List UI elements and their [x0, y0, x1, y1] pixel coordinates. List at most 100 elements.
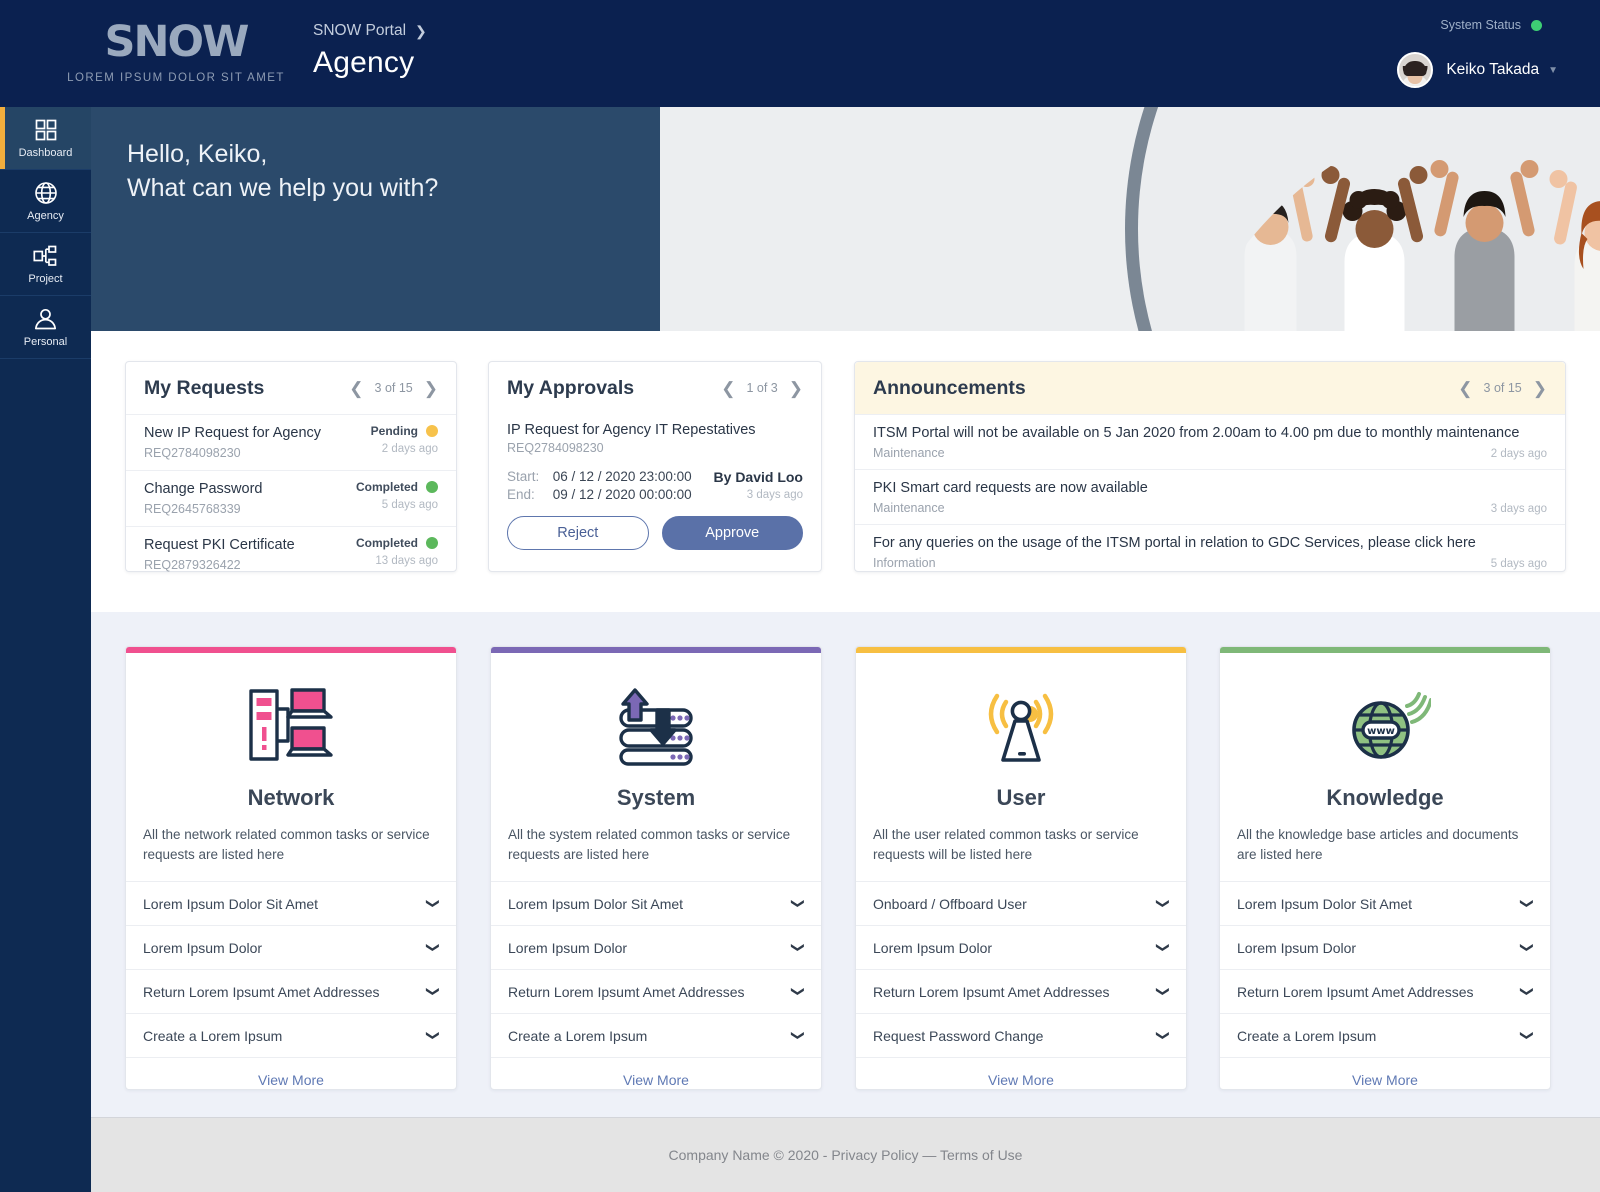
service-name: User — [856, 785, 1186, 811]
announcement-category: Maintenance — [873, 501, 945, 515]
brand-logo[interactable]: SNOW LOREM IPSUM DOLOR SIT AMET — [56, 18, 296, 84]
service-item-label: Lorem Ipsum Dolor Sit Amet — [143, 896, 318, 912]
chevron-down-icon: ❯ — [792, 942, 805, 953]
my-requests-title: My Requests — [144, 377, 264, 400]
list-item[interactable]: Lorem Ipsum Dolor ❯ — [1220, 925, 1550, 969]
service-item-label: Return Lorem Ipsumt Amet Addresses — [873, 984, 1110, 1000]
breadcrumb[interactable]: SNOW Portal ❯ — [313, 22, 427, 40]
sidebar-item-agency[interactable]: Agency — [0, 170, 91, 233]
chevron-down-icon: ❯ — [1157, 986, 1170, 997]
service-item-list: Lorem Ipsum Dolor Sit Amet ❯ Lorem Ipsum… — [491, 881, 821, 1057]
broadcast-person-icon — [856, 675, 1186, 775]
table-row[interactable]: Request PKI Certificate REQ2879326422 Co… — [126, 526, 456, 582]
requester-name: By David Loo — [714, 469, 803, 485]
list-item[interactable]: Return Lorem Ipsumt Amet Addresses ❯ — [491, 969, 821, 1013]
request-id: REQ2784098230 — [144, 446, 321, 460]
chevron-down-icon: ❯ — [792, 986, 805, 997]
view-more-link[interactable]: View More — [856, 1057, 1186, 1090]
breadcrumb-label: SNOW Portal — [313, 22, 406, 40]
service-item-label: Lorem Ipsum Dolor — [143, 940, 262, 956]
status-label: Completed — [356, 480, 418, 494]
reject-button[interactable]: Reject — [507, 516, 649, 550]
view-more-link[interactable]: View More — [1220, 1057, 1550, 1090]
service-card-knowledge: www Knowledge All the knowledge base art… — [1219, 646, 1551, 1090]
approval-item: IP Request for Agency IT Repestatives RE… — [489, 414, 821, 550]
service-description: All the knowledge base articles and docu… — [1220, 811, 1550, 865]
chevron-down-icon: ❯ — [792, 1030, 805, 1041]
user-menu[interactable]: Keiko Takada ▼ — [1397, 52, 1558, 88]
approval-dates: Start: 06 / 12 / 2020 23:00:00 End: 09 /… — [507, 469, 692, 502]
approval-actions: Reject Approve — [507, 516, 803, 550]
end-label: End: — [507, 487, 549, 502]
service-description: All the user related common tasks or ser… — [856, 811, 1186, 865]
status-badge: Completed — [356, 480, 438, 494]
service-item-label: Create a Lorem Ipsum — [143, 1028, 282, 1044]
chevron-down-icon: ❯ — [427, 1030, 440, 1041]
request-title: Change Password — [144, 480, 263, 499]
chevron-down-icon: ❯ — [1157, 898, 1170, 909]
approve-button[interactable]: Approve — [662, 516, 804, 550]
chevron-down-icon: ❯ — [792, 898, 805, 909]
request-id: REQ2879326422 — [144, 558, 295, 572]
list-item[interactable]: Lorem Ipsum Dolor Sit Amet ❯ — [491, 881, 821, 925]
sidebar-item-project[interactable]: Project — [0, 233, 91, 296]
chevron-right-icon[interactable]: ❯ — [789, 380, 803, 397]
announcement-title: For any queries on the usage of the ITSM… — [873, 534, 1547, 553]
status-dot-icon — [426, 481, 438, 493]
sidebar-item-personal[interactable]: Personal — [0, 296, 91, 359]
list-item[interactable]: Create a Lorem Ipsum ❯ — [491, 1013, 821, 1057]
list-item[interactable]: ITSM Portal will not be available on 5 J… — [855, 414, 1565, 469]
system-status: System Status — [1440, 18, 1542, 32]
list-item[interactable]: Return Lorem Ipsumt Amet Addresses ❯ — [126, 969, 456, 1013]
person-icon — [34, 306, 57, 332]
list-item[interactable]: Onboard / Offboard User ❯ — [856, 881, 1186, 925]
service-item-label: Lorem Ipsum Dolor — [508, 940, 627, 956]
announcement-title: PKI Smart card requests are now availabl… — [873, 479, 1547, 498]
chevron-down-icon: ❯ — [427, 986, 440, 997]
approval-meta: Start: 06 / 12 / 2020 23:00:00 End: 09 /… — [507, 469, 803, 502]
list-item[interactable]: Lorem Ipsum Dolor ❯ — [491, 925, 821, 969]
sitemap-icon — [33, 243, 58, 269]
list-item[interactable]: For any queries on the usage of the ITSM… — [855, 524, 1565, 579]
table-row[interactable]: New IP Request for Agency REQ2784098230 … — [126, 414, 456, 470]
list-item[interactable]: Create a Lorem Ipsum ❯ — [126, 1013, 456, 1057]
announcement-timestamp: 5 days ago — [1491, 558, 1547, 570]
service-item-label: Return Lorem Ipsumt Amet Addresses — [1237, 984, 1474, 1000]
status-dot-icon — [426, 425, 438, 437]
chevron-left-icon[interactable]: ❮ — [349, 380, 363, 397]
chevron-right-icon[interactable]: ❯ — [1533, 380, 1547, 397]
view-more-link[interactable]: View More — [491, 1057, 821, 1090]
list-item[interactable]: Lorem Ipsum Dolor Sit Amet ❯ — [126, 881, 456, 925]
approval-id: REQ2784098230 — [507, 441, 803, 455]
my-approvals-header: My Approvals ❮ 1 of 3 ❯ — [489, 362, 821, 414]
start-value: 06 / 12 / 2020 23:00:00 — [553, 469, 692, 484]
chevron-right-icon: ❯ — [415, 23, 427, 40]
avatar — [1397, 52, 1433, 88]
sidebar-item-dashboard[interactable]: Dashboard — [0, 107, 91, 170]
list-item[interactable]: Lorem Ipsum Dolor Sit Amet ❯ — [1220, 881, 1550, 925]
list-item[interactable]: Return Lorem Ipsumt Amet Addresses ❯ — [856, 969, 1186, 1013]
greeting-line-1: Hello, Keiko, — [127, 137, 438, 171]
user-name: Keiko Takada — [1446, 61, 1539, 79]
table-row[interactable]: Change Password REQ2645768339 Completed … — [126, 470, 456, 526]
list-item[interactable]: PKI Smart card requests are now availabl… — [855, 469, 1565, 524]
view-more-link[interactable]: View More — [126, 1057, 456, 1090]
list-item[interactable]: Request Password Change ❯ — [856, 1013, 1186, 1057]
status-label: Pending — [371, 424, 418, 438]
service-card-network: Network All the network related common t… — [125, 646, 457, 1090]
my-approvals-pager: ❮ 1 of 3 ❯ — [721, 380, 803, 397]
service-card-user: User All the user related common tasks o… — [855, 646, 1187, 1090]
card-accent-bar — [126, 647, 456, 653]
request-timestamp: 5 days ago — [382, 499, 438, 511]
chevron-left-icon[interactable]: ❮ — [721, 380, 735, 397]
list-item[interactable]: Lorem Ipsum Dolor ❯ — [856, 925, 1186, 969]
service-item-label: Lorem Ipsum Dolor — [1237, 940, 1356, 956]
list-item[interactable]: Create a Lorem Ipsum ❯ — [1220, 1013, 1550, 1057]
service-item-label: Create a Lorem Ipsum — [1237, 1028, 1376, 1044]
chevron-left-icon[interactable]: ❮ — [1458, 380, 1472, 397]
list-item[interactable]: Return Lorem Ipsumt Amet Addresses ❯ — [1220, 969, 1550, 1013]
request-title: New IP Request for Agency — [144, 424, 321, 443]
chevron-right-icon[interactable]: ❯ — [424, 380, 438, 397]
list-item[interactable]: Lorem Ipsum Dolor ❯ — [126, 925, 456, 969]
service-item-label: Request Password Change — [873, 1028, 1043, 1044]
